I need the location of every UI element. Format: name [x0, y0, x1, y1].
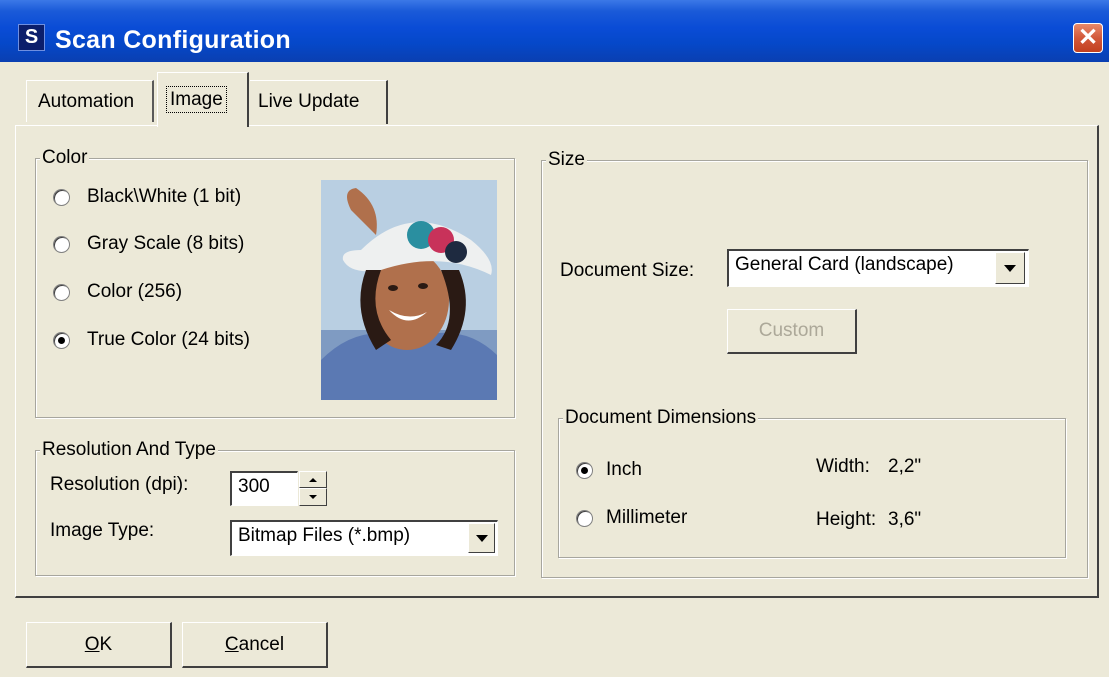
- document-size-value: General Card (landscape): [735, 254, 954, 275]
- document-dimensions-title: Document Dimensions: [563, 407, 759, 429]
- tab-automation[interactable]: Automation: [26, 80, 154, 122]
- height-label: Height:: [816, 509, 877, 530]
- tab-image[interactable]: Image: [157, 72, 249, 127]
- spin-up-icon[interactable]: [299, 471, 327, 488]
- title-bar[interactable]: S Scan Configuration ✕: [0, 0, 1109, 62]
- chevron-down-icon[interactable]: [468, 523, 495, 553]
- resolution-group: Resolution And Type: [35, 439, 515, 576]
- radio-inch[interactable]: [576, 462, 593, 479]
- radio-black-white-label: Black\White (1 bit): [87, 186, 242, 207]
- document-dimensions-group: Document Dimensions: [558, 407, 1066, 558]
- spin-down-icon[interactable]: [299, 488, 327, 506]
- radio-color-256[interactable]: [53, 284, 70, 301]
- scan-configuration-dialog: S Scan Configuration ✕ Automation Image …: [0, 0, 1109, 677]
- tab-image-label: Image: [166, 86, 227, 113]
- tab-automation-label: Automation: [38, 91, 135, 112]
- custom-button-label: Custom: [758, 320, 825, 341]
- radio-gray-scale-label: Gray Scale (8 bits): [87, 233, 245, 254]
- chevron-down-icon[interactable]: [995, 252, 1025, 284]
- image-type-value: Bitmap Files (*.bmp): [238, 525, 411, 546]
- preview-photo: [321, 180, 497, 400]
- tab-live-update[interactable]: Live Update: [250, 80, 388, 124]
- radio-millimeter-label: Millimeter: [606, 507, 688, 528]
- close-icon[interactable]: ✕: [1073, 23, 1103, 53]
- resolution-input[interactable]: 300: [230, 471, 298, 506]
- resolution-group-title: Resolution And Type: [40, 439, 218, 461]
- tab-live-update-label: Live Update: [258, 91, 360, 112]
- app-icon: S: [18, 24, 45, 51]
- color-group-title: Color: [40, 147, 90, 169]
- radio-black-white[interactable]: [53, 189, 70, 206]
- radio-true-color-label: True Color (24 bits): [87, 329, 250, 350]
- resolution-label: Resolution (dpi):: [50, 474, 189, 495]
- size-group-title: Size: [546, 149, 587, 171]
- radio-color-256-label: Color (256): [87, 281, 183, 302]
- radio-true-color[interactable]: [53, 332, 70, 349]
- preview-photo-illustration: [321, 180, 497, 400]
- image-type-label: Image Type:: [50, 520, 155, 541]
- image-type-select[interactable]: Bitmap Files (*.bmp): [230, 520, 498, 556]
- width-value: 2,2": [888, 456, 922, 477]
- radio-inch-label: Inch: [606, 459, 642, 480]
- height-value: 3,6": [888, 509, 922, 530]
- cancel-button[interactable]: Cancel: [182, 622, 328, 668]
- cancel-button-label: Cancel: [224, 634, 285, 655]
- document-size-label: Document Size:: [560, 260, 695, 281]
- radio-millimeter[interactable]: [576, 510, 593, 527]
- window-title: Scan Configuration: [55, 26, 291, 54]
- width-label: Width:: [816, 456, 870, 477]
- ok-button[interactable]: OK: [26, 622, 172, 668]
- radio-gray-scale[interactable]: [53, 236, 70, 253]
- document-size-select[interactable]: General Card (landscape): [727, 249, 1029, 287]
- custom-button[interactable]: Custom: [727, 309, 857, 354]
- ok-button-label: OK: [84, 634, 113, 655]
